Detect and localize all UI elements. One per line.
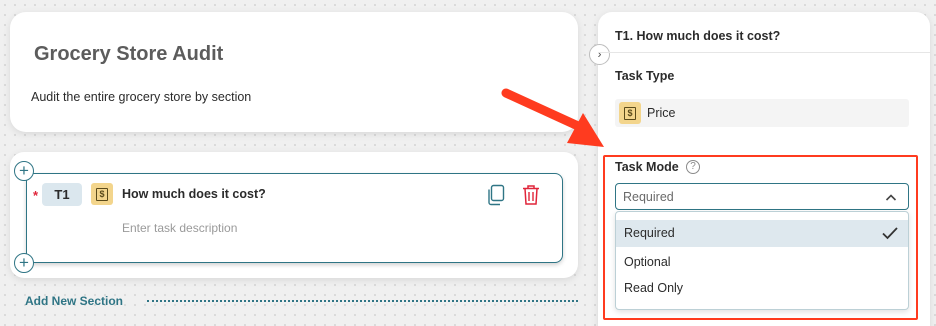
panel-title: T1. How much does it cost? [615,29,781,43]
collapse-panel-chevron-right-icon[interactable]: › [589,44,610,65]
task-number-badge: T1 [42,183,82,206]
required-marker: * [33,188,39,203]
annotation-highlight-box [603,155,918,320]
copy-icon[interactable] [486,184,506,211]
task-type-value: Price [647,106,676,120]
add-new-section-link[interactable]: Add New Section [25,294,123,308]
form-description[interactable]: Audit the entire grocery store by sectio… [31,90,251,104]
add-below-plus-icon[interactable]: + [14,253,34,273]
form-title[interactable]: Grocery Store Audit [34,43,223,66]
panel-divider [598,52,930,53]
task-title[interactable]: How much does it cost? [122,187,266,201]
delete-icon[interactable] [521,184,541,211]
price-icon: $ [619,102,641,124]
dollar-glyph: $ [624,106,636,120]
task-type-label: Task Type [615,69,675,83]
price-icon: $ [91,183,113,205]
task-description-input[interactable]: Enter task description [122,221,237,235]
dollar-glyph: $ [96,187,108,201]
form-header-card: Grocery Store Audit Audit the entire gro… [10,12,578,132]
add-above-plus-icon[interactable]: + [14,161,34,181]
add-section-divider [147,300,578,302]
